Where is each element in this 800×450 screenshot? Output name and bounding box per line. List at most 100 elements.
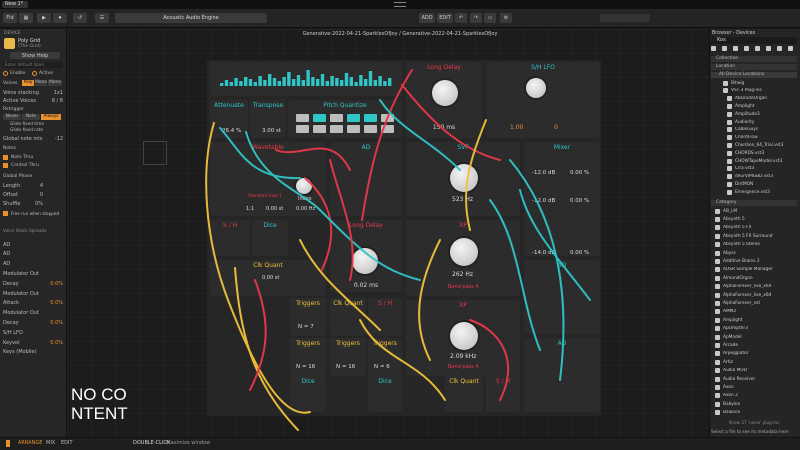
filter-icons-row[interactable] bbox=[711, 46, 797, 53]
location-item[interactable]: CHORDS.vst3 bbox=[711, 150, 797, 156]
category-item[interactable]: Absynth 5 FX Surround bbox=[711, 233, 797, 239]
category-item[interactable]: Amplight bbox=[711, 317, 797, 323]
category-item[interactable]: Axon bbox=[711, 384, 797, 391]
plugin-icon bbox=[715, 376, 720, 382]
plugin-icon bbox=[715, 242, 720, 248]
location-item[interactable]: Amplight bbox=[711, 103, 797, 110]
plugin-icon bbox=[715, 359, 720, 365]
category-item[interactable]: Audio MOD bbox=[711, 368, 797, 374]
folder-icon bbox=[727, 111, 732, 117]
plugin-icon bbox=[715, 317, 720, 323]
location-item[interactable]: deurVIMGBD.vst3 bbox=[711, 174, 797, 180]
location-item[interactable]: CHOWTapeModel.vst3 bbox=[711, 158, 797, 164]
plugin-icon bbox=[715, 351, 720, 357]
category-item[interactable]: AMM2 bbox=[711, 309, 797, 315]
folder-icon bbox=[727, 158, 732, 164]
folder-icon bbox=[727, 150, 732, 156]
plugin-icon bbox=[715, 225, 720, 231]
plugin-icon bbox=[715, 217, 720, 223]
folder-icon bbox=[727, 189, 732, 195]
sample-filter-icon[interactable] bbox=[733, 46, 738, 51]
location-item[interactable]: Emergence.vst3 bbox=[711, 189, 797, 195]
category-item[interactable]: Axon 2 bbox=[711, 393, 797, 399]
plugin-icon bbox=[715, 267, 720, 273]
plugin-icon bbox=[715, 401, 720, 407]
location-item[interactable]: Chordion_64_Trial.vst3 bbox=[711, 142, 797, 149]
wave-filter-icon[interactable] bbox=[788, 46, 793, 51]
plugin-icon bbox=[715, 309, 720, 315]
plugin-icon bbox=[715, 301, 720, 307]
folder-icon bbox=[727, 166, 732, 172]
category-item[interactable]: Babylon bbox=[711, 401, 797, 407]
category-item[interactable]: Absynth 5 FX bbox=[711, 225, 797, 231]
patch-cables bbox=[205, 69, 591, 431]
collection-header[interactable]: Collection bbox=[711, 56, 797, 62]
plugin-icon bbox=[715, 250, 720, 256]
plugin-icon bbox=[715, 275, 720, 281]
folder-icon bbox=[727, 104, 732, 110]
category-item[interactable]: Artiz bbox=[711, 359, 797, 365]
category-item[interactable]: Balance bbox=[711, 410, 797, 416]
clip-filter-icon[interactable] bbox=[744, 46, 749, 51]
category-item[interactable]: ApModel bbox=[711, 334, 797, 340]
no-content-overlay: NO CONTENT bbox=[71, 385, 128, 423]
show-more-plugins[interactable]: Show 37 'noise' plug-ins bbox=[711, 420, 797, 425]
location-item[interactable]: Audiority bbox=[711, 119, 797, 125]
arrange-tab[interactable]: ARRANGE bbox=[18, 440, 42, 446]
category-item[interactable]: ADSR Sample Manager bbox=[711, 267, 797, 273]
category-item[interactable]: AlphaForever_live_x64 bbox=[711, 292, 797, 298]
status-hint: DOUBLE-CLICK bbox=[133, 440, 171, 446]
plugin-icon bbox=[715, 385, 720, 391]
metadata-footer: Select a file to see its metadata here bbox=[711, 429, 789, 434]
mix-tab[interactable]: MIX bbox=[46, 440, 55, 446]
location-item[interactable]: ChordFlow bbox=[711, 135, 797, 141]
folder-icon bbox=[727, 174, 732, 180]
folder-icon bbox=[727, 182, 732, 188]
browser-search[interactable]: Kos bbox=[711, 37, 797, 44]
folder-icon bbox=[727, 127, 732, 133]
category-item[interactable]: Abyss bbox=[711, 250, 797, 256]
music-filter-icon[interactable] bbox=[777, 46, 782, 51]
plugin-icon bbox=[715, 259, 720, 265]
location-item[interactable]: Bitwig bbox=[711, 80, 797, 86]
location-item[interactable]: DirtMON bbox=[711, 181, 797, 188]
category-item[interactable]: Arpeggiator bbox=[711, 351, 797, 357]
category-item[interactable]: Arcade bbox=[711, 342, 797, 349]
bitwig-status-icon[interactable] bbox=[6, 440, 10, 447]
browser-header: Browser - Devices bbox=[712, 31, 756, 36]
all-locations[interactable]: All Device Locations bbox=[711, 72, 797, 78]
plugin-icon bbox=[715, 208, 720, 214]
folder-icon bbox=[723, 80, 728, 86]
category-item[interactable]: Audio Receiver bbox=[711, 376, 797, 382]
location-item[interactable]: AbsoluteOrgan bbox=[711, 96, 797, 102]
category-item[interactable]: Additive Brains 2 bbox=[711, 258, 797, 265]
status-hint-text: Maximize window bbox=[166, 440, 211, 446]
file-filter-icon[interactable] bbox=[766, 46, 771, 51]
plugin-filter-icon[interactable] bbox=[755, 46, 760, 51]
folder-icon bbox=[727, 119, 732, 125]
folder-icon bbox=[727, 135, 732, 141]
location-item[interactable]: VST 3 Plug-ins bbox=[711, 88, 797, 94]
category-item[interactable]: Absynth 5 Stereo bbox=[711, 242, 797, 248]
plugin-icon bbox=[715, 334, 720, 340]
status-bar bbox=[0, 437, 800, 450]
plugin-icon bbox=[715, 393, 720, 399]
category-item[interactable]: AlmondOrgan bbox=[711, 275, 797, 281]
plugin-icon bbox=[715, 410, 720, 416]
location-item[interactable]: Amplitude3 bbox=[711, 111, 797, 117]
category-item[interactable]: AlphaForever_vst bbox=[711, 300, 797, 307]
preset-filter-icon[interactable] bbox=[722, 46, 727, 51]
category-item[interactable]: AlphaForever_live_x64 bbox=[711, 284, 797, 290]
location-item[interactable]: CableGuys bbox=[711, 127, 797, 133]
plugin-icon bbox=[715, 368, 720, 374]
category-item[interactable]: Absynth 5 bbox=[711, 216, 797, 223]
folder-icon bbox=[723, 88, 728, 94]
device-filter-icon[interactable] bbox=[711, 46, 716, 51]
location-header[interactable]: Location bbox=[711, 64, 797, 70]
category-item[interactable]: AB_LM bbox=[711, 208, 797, 214]
category-header[interactable]: Category bbox=[711, 200, 797, 206]
plugin-icon bbox=[715, 233, 720, 239]
edit-tab[interactable]: EDIT bbox=[61, 440, 73, 446]
category-item[interactable]: ApOmpthr3 bbox=[711, 326, 797, 332]
location-item[interactable]: Cira.vst3 bbox=[711, 166, 797, 172]
